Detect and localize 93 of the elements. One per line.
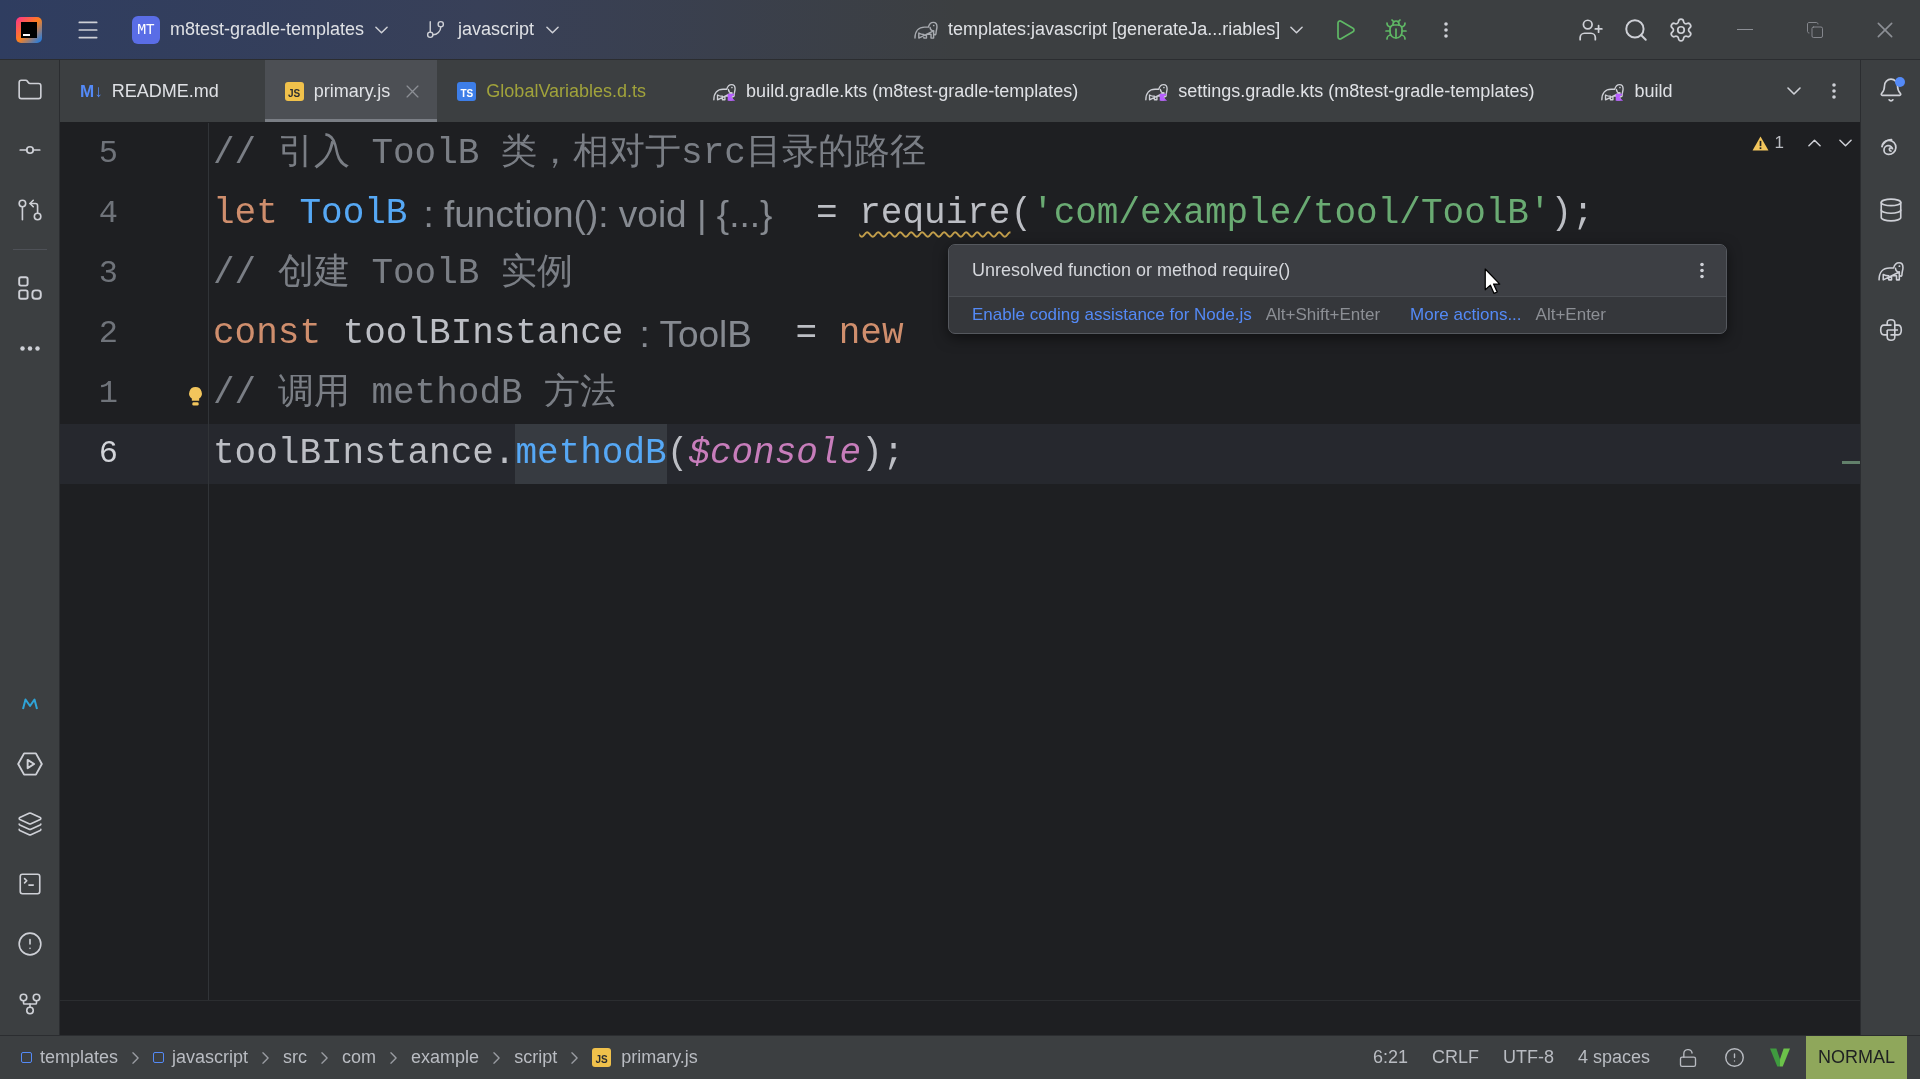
- editor-tab[interactable]: settings.gradle.kts (m8test-gradle-templates): [1124, 60, 1581, 122]
- breadcrumb[interactable]: JS primary.js: [592, 1044, 698, 1071]
- chevron-right-icon: [132, 1051, 140, 1064]
- layers-icon[interactable]: [16, 811, 43, 837]
- branch-selector[interactable]: javascript: [425, 16, 560, 43]
- elephant-icon: [913, 19, 938, 40]
- code-text: = require('com/example/tool/ToolB');: [815, 192, 1594, 236]
- close-tab-icon[interactable]: [406, 84, 420, 98]
- problems-icon[interactable]: [16, 931, 43, 957]
- code-text: let ToolB: [213, 192, 408, 236]
- chevron-down-icon[interactable]: [1839, 139, 1852, 147]
- app-logo-icon[interactable]: [16, 16, 42, 43]
- lightbulb-icon[interactable]: [188, 386, 203, 407]
- code-text: toolBInstance.methodB($console);: [213, 424, 905, 484]
- breadcrumb[interactable]: templates: [21, 1044, 119, 1071]
- structure-icon[interactable]: [17, 276, 42, 300]
- branch-icon: [425, 19, 447, 40]
- line-number: 6: [98, 438, 118, 470]
- editor-tab[interactable]: build: [1580, 60, 1719, 122]
- chevron-right-icon: [262, 1051, 270, 1064]
- editor-tab[interactable]: JS primary.js: [264, 60, 438, 122]
- alert-circle-icon[interactable]: [1724, 1047, 1745, 1068]
- run-icon[interactable]: [16, 752, 43, 776]
- breadcrumb[interactable]: javascript: [153, 1044, 249, 1071]
- line-separator[interactable]: CRLF: [1419, 1044, 1491, 1071]
- more-options-icon[interactable]: [1700, 262, 1704, 279]
- breadcrumb[interactable]: script: [514, 1044, 558, 1071]
- shortcut-hint: Alt+Shift+Enter: [1265, 304, 1381, 327]
- git-icon[interactable]: [16, 991, 43, 1017]
- plugin-logo-icon[interactable]: [21, 698, 38, 710]
- file-encoding[interactable]: UTF-8: [1490, 1044, 1566, 1071]
- chevron-right-icon: [493, 1051, 501, 1064]
- typescript-file-icon: TS: [457, 81, 477, 101]
- shortcut-hint: Alt+Enter: [1535, 304, 1606, 327]
- warning-icon: [1751, 135, 1769, 151]
- chevron-right-icon: [390, 1051, 398, 1064]
- code-text: = new: [794, 312, 905, 356]
- inlay-hint: : function(): void | {...}: [422, 195, 774, 233]
- javascript-file-icon: JS: [284, 81, 304, 101]
- indent-setting[interactable]: 4 spaces: [1565, 1044, 1662, 1071]
- breadcrumb[interactable]: example: [411, 1044, 480, 1071]
- chevron-down-icon: [546, 25, 560, 34]
- editor-tab[interactable]: TS GlobalVariables.d.ts: [437, 60, 693, 122]
- line-number: 5: [98, 138, 118, 170]
- mouse-pointer-icon: [1484, 268, 1501, 295]
- project-selector[interactable]: MT m8test-gradle-templates: [132, 15, 389, 44]
- chevron-down-icon: [375, 25, 389, 34]
- vim-mode-indicator[interactable]: NORMAL: [1806, 1036, 1907, 1079]
- terminal-icon[interactable]: [16, 871, 43, 897]
- editor-tab[interactable]: M↓ README.md: [60, 60, 265, 122]
- line-number: 1: [98, 378, 118, 410]
- inlay-hint: : ToolB: [638, 315, 753, 353]
- chevron-down-icon: [1290, 25, 1304, 34]
- more-options-icon[interactable]: [1832, 82, 1836, 100]
- chevron-right-icon: [571, 1051, 579, 1064]
- tab-list-chevron-icon[interactable]: [1787, 87, 1801, 95]
- project-initials: MT: [132, 15, 160, 44]
- python-icon[interactable]: [1877, 317, 1904, 343]
- run-configuration-selector[interactable]: templates:javascript [generateJa...riables]: [913, 16, 1304, 43]
- vim-logo-icon[interactable]: [1770, 1048, 1790, 1067]
- chevron-right-icon: [321, 1051, 329, 1064]
- lock-open-icon[interactable]: [1678, 1047, 1698, 1068]
- markdown-file-icon: M↓: [80, 82, 103, 100]
- action-link[interactable]: Enable coding assistance for Node.js: [972, 302, 1252, 328]
- restore-window-icon[interactable]: [1806, 20, 1824, 39]
- code-text: const toolBInstance: [213, 312, 624, 356]
- code-text: // 引入 ToolB 类，相对于src目录的路径: [213, 132, 926, 176]
- editor-tab[interactable]: build.gradle.kts (m8test-gradle-templates): [692, 60, 1125, 122]
- add-user-icon[interactable]: [1578, 16, 1604, 43]
- line-marker-icon: [1842, 461, 1860, 464]
- more-options-icon[interactable]: [1444, 20, 1449, 39]
- database-icon[interactable]: [1877, 197, 1904, 223]
- settings-icon[interactable]: [1668, 16, 1694, 43]
- module-icon: [21, 1052, 32, 1063]
- warnings-counter[interactable]: 1: [1751, 130, 1784, 156]
- pull-request-icon[interactable]: [16, 197, 43, 223]
- code-text: // 调用 methodB 方法: [213, 371, 617, 416]
- breadcrumb[interactable]: src: [283, 1044, 308, 1071]
- more-icon[interactable]: [19, 345, 40, 351]
- breadcrumb[interactable]: com: [342, 1044, 377, 1071]
- line-number: 2: [98, 318, 118, 350]
- popup-message: Unresolved function or method require(): [972, 259, 1291, 282]
- caret-position[interactable]: 6:21: [1360, 1044, 1420, 1071]
- line-number: 3: [98, 258, 118, 290]
- debug-bug-icon[interactable]: [1384, 17, 1409, 42]
- search-icon[interactable]: [1623, 16, 1649, 43]
- javascript-file-icon: JS: [592, 1048, 612, 1067]
- module-icon: [153, 1052, 165, 1063]
- chevron-up-icon[interactable]: [1808, 139, 1821, 147]
- code-text: // 创建 ToolB 实例: [213, 251, 574, 296]
- action-link[interactable]: More actions...: [1410, 302, 1522, 328]
- close-icon[interactable]: [1877, 21, 1893, 38]
- line-number: 4: [98, 198, 118, 230]
